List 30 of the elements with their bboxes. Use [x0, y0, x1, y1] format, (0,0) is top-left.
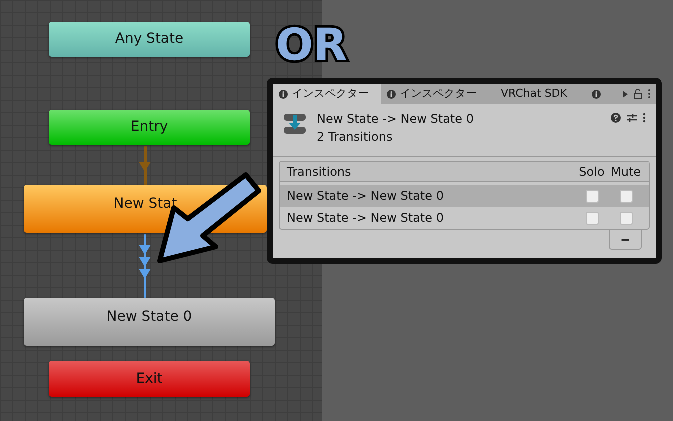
- info-icon: [387, 90, 396, 98]
- transition-icon: [283, 112, 307, 136]
- more-icon[interactable]: [643, 113, 646, 123]
- transition-arrow: [139, 234, 151, 298]
- lock-icon[interactable]: [634, 89, 642, 99]
- column-header: Solo: [578, 164, 606, 180]
- checkbox[interactable]: [586, 212, 598, 224]
- more-icon[interactable]: [648, 89, 651, 99]
- info-icon: [592, 90, 600, 98]
- play-icon[interactable]: [623, 90, 628, 98]
- checkbox[interactable]: [620, 212, 632, 224]
- entry-transition-arrow: [139, 146, 151, 185]
- state-node[interactable]: Exit: [49, 361, 250, 397]
- inspector-tab[interactable]: インスペクター: [273, 84, 381, 104]
- transition-row[interactable]: New State -> New State 0: [280, 207, 649, 229]
- inspector-subtitle: 2 Transitions: [317, 129, 394, 146]
- column-header: Mute: [610, 164, 642, 180]
- state-node[interactable]: Any State: [49, 22, 250, 57]
- transition-row[interactable]: New State -> New State 0: [280, 185, 649, 207]
- help-icon[interactable]: [611, 113, 621, 123]
- callout-text: OR: [276, 24, 348, 68]
- state-node[interactable]: Entry: [49, 110, 250, 145]
- info-icon: [279, 90, 288, 98]
- sliders-icon[interactable]: [627, 113, 637, 123]
- state-node[interactable]: New State 0: [24, 298, 275, 346]
- checkbox[interactable]: [620, 190, 632, 202]
- checkbox[interactable]: [586, 190, 598, 202]
- inspector-title: New State -> New State 0: [317, 111, 474, 128]
- column-header: Transitions: [287, 164, 352, 180]
- remove-button[interactable]: −: [609, 230, 642, 250]
